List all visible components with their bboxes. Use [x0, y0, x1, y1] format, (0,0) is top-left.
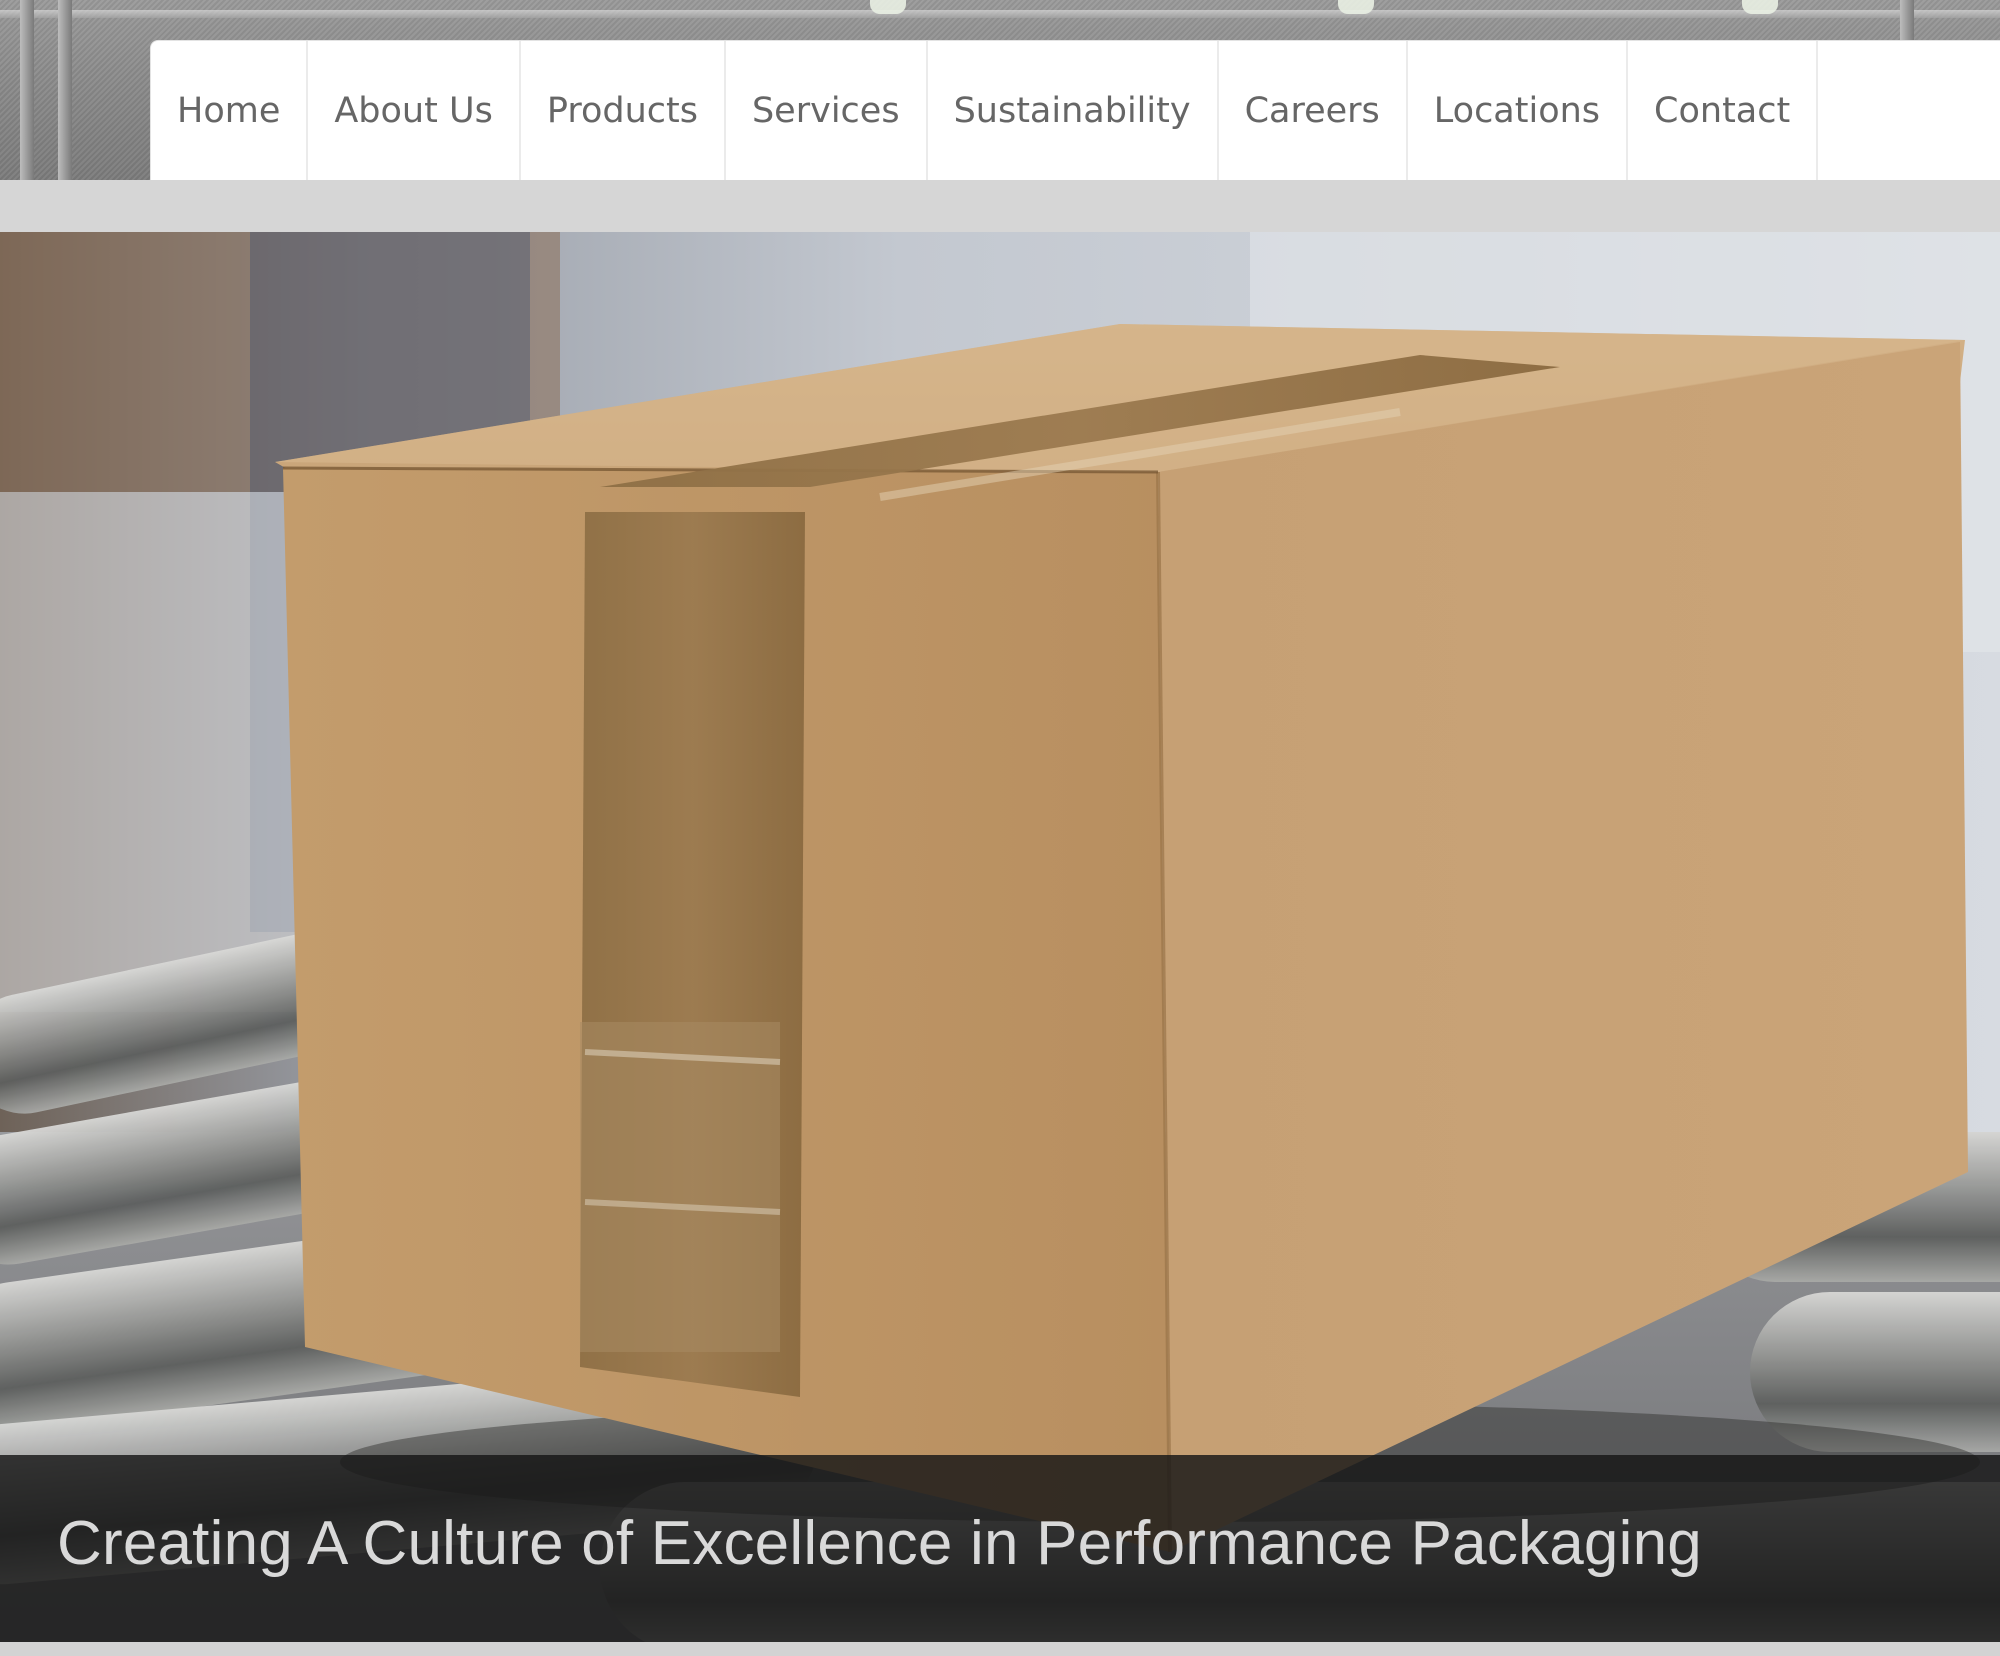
header-rail [0, 10, 2000, 18]
nav-item-careers[interactable]: Careers [1219, 41, 1408, 180]
nav-item-products[interactable]: Products [521, 41, 726, 180]
main-navigation: Home About Us Products Services Sustaina… [150, 40, 2000, 180]
nav-item-contact[interactable]: Contact [1628, 41, 1819, 180]
nav-item-about-us[interactable]: About Us [308, 41, 521, 180]
header-post [20, 0, 34, 180]
nav-item-locations[interactable]: Locations [1408, 41, 1629, 180]
nav-item-sustainability[interactable]: Sustainability [928, 41, 1219, 180]
nav-item-home[interactable]: Home [151, 41, 309, 180]
cardboard-box-illustration [0, 232, 2000, 1642]
header-tag [1742, 0, 1778, 14]
hero-caption: Creating A Culture of Excellence in Perf… [57, 1509, 1702, 1578]
header-post [58, 0, 72, 180]
page-bottom-strip [0, 1642, 2000, 1656]
header-tag [1338, 0, 1374, 14]
section-spacer [0, 180, 2000, 232]
header-tag [870, 0, 906, 14]
hero-image [0, 232, 2000, 1642]
nav-item-services[interactable]: Services [726, 41, 928, 180]
